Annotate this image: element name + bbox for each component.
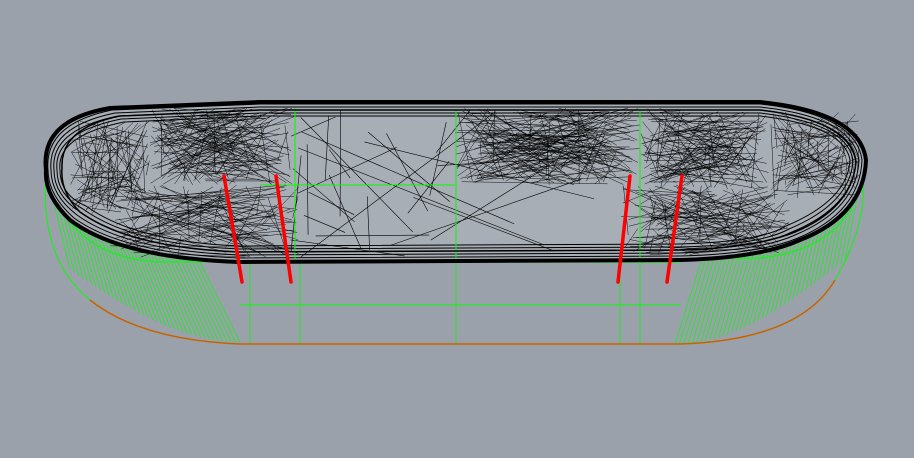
deck-mesh [43,100,869,265]
3d-viewport[interactable] [0,0,914,458]
wireframe-scene[interactable] [0,0,914,458]
